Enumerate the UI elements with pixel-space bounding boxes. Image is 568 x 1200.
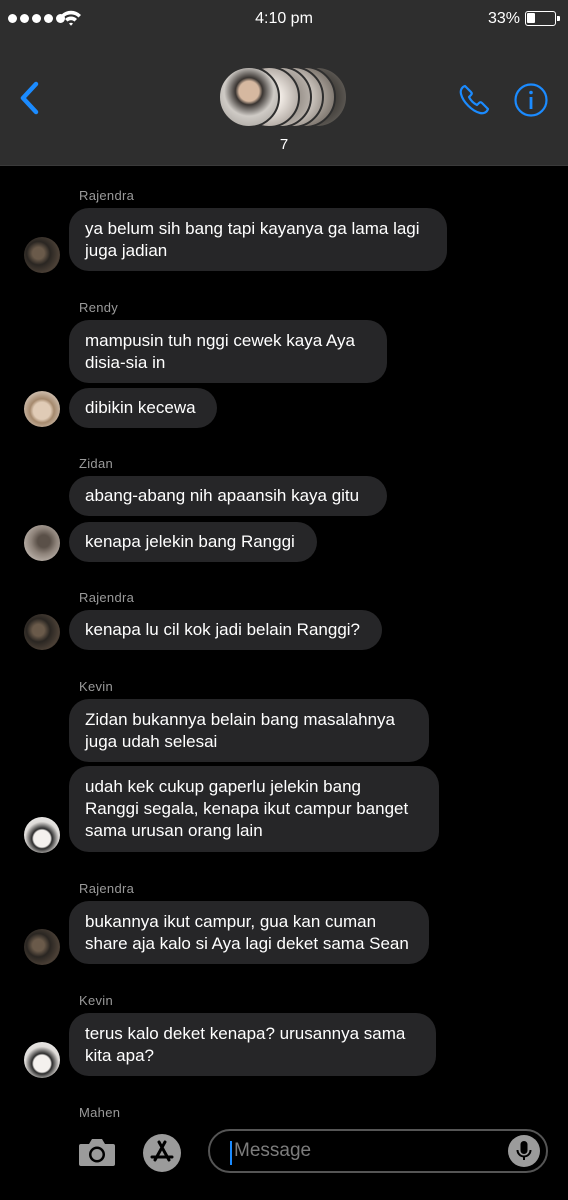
message-bubble[interactable]: kenapa lu cil kok jadi belain Ranggi? xyxy=(69,610,382,650)
sender-name: Rajendra xyxy=(79,188,135,203)
message-bubble[interactable]: mampusin tuh nggi cewek kaya Aya disia-s… xyxy=(69,320,387,383)
group-member-count[interactable]: 7 xyxy=(0,136,568,153)
sender-name: Zidan xyxy=(79,456,114,471)
avatar[interactable] xyxy=(24,391,60,427)
avatar[interactable] xyxy=(24,237,60,273)
avatar[interactable] xyxy=(24,817,60,853)
sender-name: Kevin xyxy=(79,679,114,694)
message-field[interactable] xyxy=(208,1129,548,1173)
message-input[interactable] xyxy=(234,1131,504,1171)
microphone-icon[interactable] xyxy=(508,1135,540,1167)
status-bar: 4:10 pm 33% xyxy=(0,0,568,44)
sender-name: Rajendra xyxy=(79,590,135,605)
message-text-line: disia-sia in xyxy=(85,352,166,372)
message-input-bar xyxy=(0,1128,568,1200)
sender-name: Rajendra xyxy=(79,881,135,896)
message-text-line: kenapa lu cil kok jadi belain Ranggi? xyxy=(85,620,361,639)
message-bubble[interactable]: udah kek cukup gaperlu jelekin bang Rang… xyxy=(69,766,439,852)
message-text-line: udah kek cukup gaperlu jelekin bang xyxy=(85,777,361,796)
message-text-line: Ranggi segala, kenapa ikut campur banget xyxy=(85,799,409,818)
message-text-line: abang-abang nih apaansih kaya gitu xyxy=(85,486,360,505)
sender-name: Rendy xyxy=(79,300,119,315)
sender-name: Kevin xyxy=(79,993,114,1008)
message-text-line: juga jadian xyxy=(85,240,168,260)
avatar[interactable] xyxy=(24,525,60,561)
avatar[interactable] xyxy=(24,929,60,965)
avatar[interactable] xyxy=(24,1042,60,1078)
message-text-line: juga udah selesai xyxy=(85,731,218,751)
message-text-line: bukannya ikut campur, gua kan cuman xyxy=(85,911,377,931)
group-avatar-stack[interactable] xyxy=(218,66,348,128)
conversation-header: 7 xyxy=(0,44,568,166)
message-bubble[interactable]: kenapa jelekin bang Ranggi xyxy=(69,522,317,562)
battery-percentage: 33% xyxy=(487,10,520,27)
app-store-icon[interactable] xyxy=(142,1133,182,1173)
message-text-line: share aja kalo si Aya lagi deket sama Se… xyxy=(85,933,409,953)
chevron-left-icon[interactable] xyxy=(14,76,46,120)
message-text-line: ya belum sih bang tapi kayanya ga lama l… xyxy=(85,218,420,238)
battery-icon xyxy=(525,11,560,26)
avatar[interactable] xyxy=(24,614,60,650)
message-bubble[interactable]: bukannya ikut campur, gua kan cuman shar… xyxy=(69,901,429,964)
phone-icon[interactable] xyxy=(456,82,492,118)
message-bubble[interactable]: Zidan bukannya belain bang masalahnya ju… xyxy=(69,699,429,762)
info-icon[interactable] xyxy=(513,82,549,118)
message-text-line: Zidan bukannya belain bang masalahnya xyxy=(85,709,396,729)
message-text-line: kenapa jelekin bang Ranggi xyxy=(85,532,295,551)
sender-name: Mahen xyxy=(79,1105,121,1120)
message-list[interactable]: Rajendra ya belum sih bang tapi kayanya … xyxy=(0,166,568,1128)
text-caret xyxy=(230,1141,232,1165)
message-bubble[interactable]: terus kalo deket kenapa? urusannya sama … xyxy=(69,1013,436,1076)
message-text-line: mampusin tuh nggi cewek kaya Aya xyxy=(85,330,355,350)
message-text-line: kita apa? xyxy=(85,1045,154,1065)
message-bubble[interactable]: abang-abang nih apaansih kaya gitu xyxy=(69,476,387,516)
camera-icon[interactable] xyxy=(78,1136,116,1168)
avatar xyxy=(218,66,280,128)
message-bubble[interactable]: ya belum sih bang tapi kayanya ga lama l… xyxy=(69,208,447,271)
status-time: 4:10 pm xyxy=(255,10,313,27)
message-text-line: terus kalo deket kenapa? urusannya sama xyxy=(85,1023,406,1043)
message-bubble[interactable]: dibikin kecewa xyxy=(69,388,217,428)
message-text-line: sama urusan orang lain xyxy=(85,821,263,840)
message-text-line: dibikin kecewa xyxy=(85,398,196,417)
